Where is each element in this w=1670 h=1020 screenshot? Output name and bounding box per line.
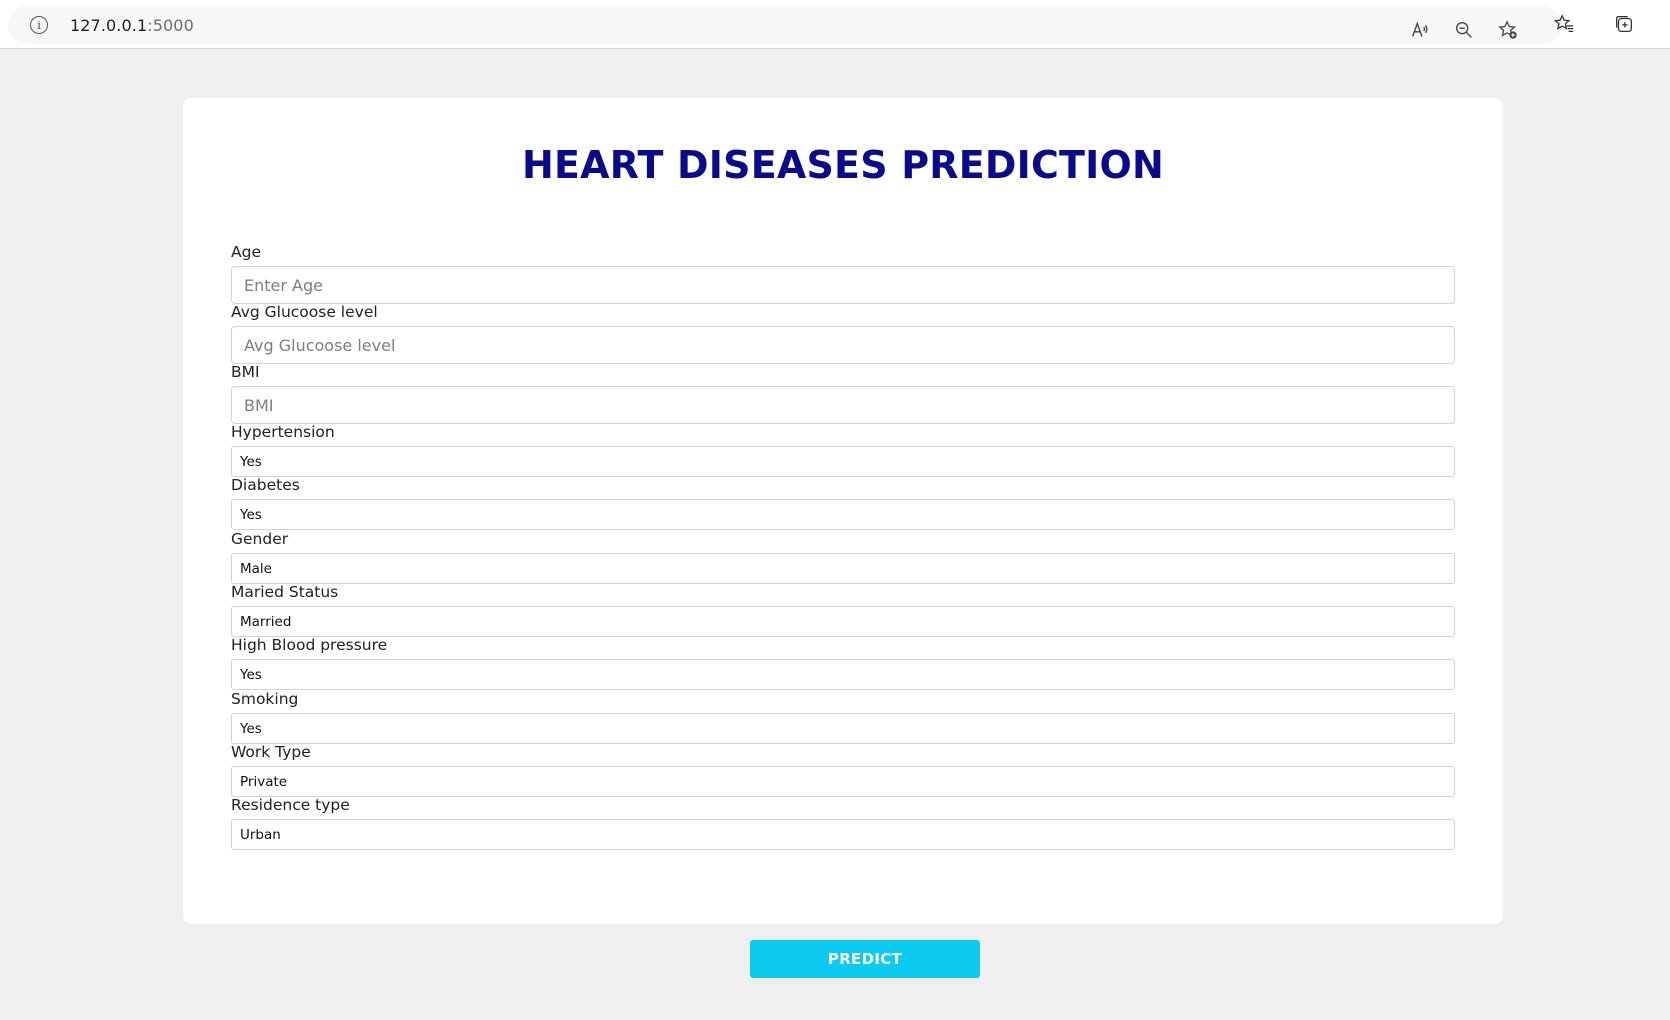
work-type-select[interactable]: Private [231,766,1455,797]
diabetes-select[interactable]: Yes [231,499,1455,530]
residence-type-label: Residence type [231,796,350,814]
gender-label: Gender [231,530,289,548]
diabetes-value: Yes [240,506,262,523]
diabetes-label: Diabetes [231,476,300,494]
prediction-form-card: HEART DISEASES PREDICTION Age Avg Glucoo… [183,98,1503,924]
gender-value: Male [240,560,272,577]
gender-select[interactable]: Male [231,553,1455,584]
marital-status-select[interactable]: Married [231,606,1455,637]
residence-type-value: Urban [240,826,281,843]
glucose-input[interactable] [231,326,1455,364]
work-type-label: Work Type [231,743,311,761]
blood-pressure-select[interactable]: Yes [231,659,1455,690]
predict-button[interactable]: PREDICT [750,940,980,978]
residence-type-select[interactable]: Urban [231,819,1455,850]
favorites-icon[interactable] [1552,12,1576,36]
add-favorite-icon[interactable] [1496,18,1520,42]
marital-status-value: Married [240,613,292,630]
age-input[interactable] [231,266,1455,304]
blood-pressure-value: Yes [240,666,262,683]
url-text[interactable]: 127.0.0.1:5000 [70,16,194,35]
bmi-input[interactable] [231,386,1455,424]
zoom-out-icon[interactable] [1452,18,1476,42]
browser-toolbar: i 127.0.0.1:5000 [0,0,1670,49]
url-host: 127.0.0.1 [70,16,148,35]
hypertension-value: Yes [240,453,262,470]
info-icon[interactable]: i [30,16,48,34]
glucose-label: Avg Glucoose level [231,303,378,321]
age-label: Age [231,243,261,261]
collections-icon[interactable] [1612,12,1636,36]
bmi-label: BMI [231,363,260,381]
hypertension-label: Hypertension [231,423,335,441]
read-aloud-icon[interactable] [1408,18,1432,42]
smoking-label: Smoking [231,690,299,708]
work-type-value: Private [240,773,288,790]
page-title: HEART DISEASES PREDICTION [521,143,1165,187]
smoking-select[interactable]: Yes [231,713,1455,744]
marital-status-label: Maried Status [231,583,339,601]
hypertension-select[interactable]: Yes [231,446,1455,477]
address-bar[interactable]: i 127.0.0.1:5000 [8,6,1562,44]
smoking-value: Yes [240,720,262,737]
url-port: :5000 [147,16,194,35]
blood-pressure-label: High Blood pressure [231,636,388,654]
